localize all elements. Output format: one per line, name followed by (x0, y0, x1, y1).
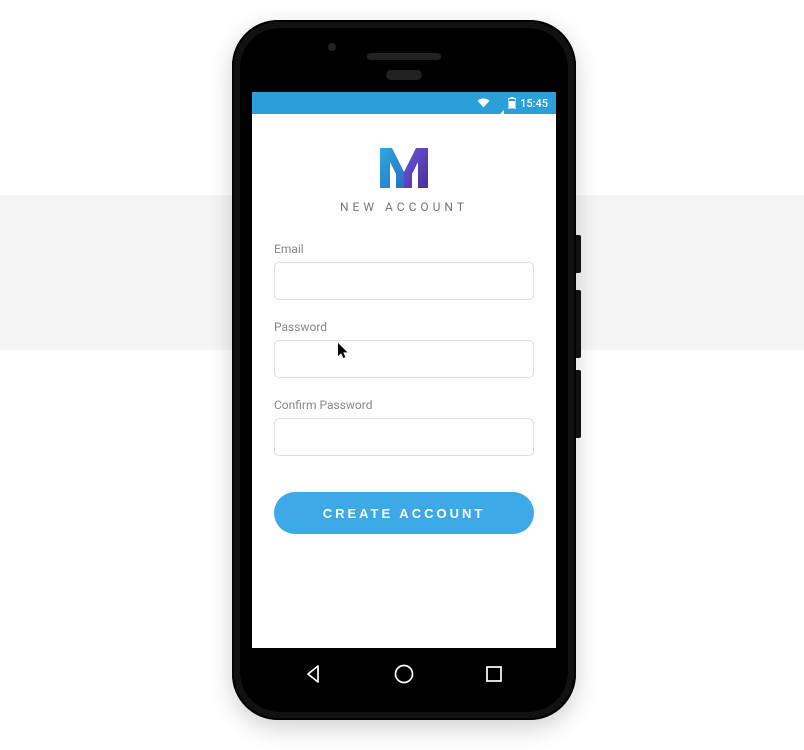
phone-frame: 15:45 (232, 20, 576, 720)
password-field-group: Password (274, 320, 534, 378)
nav-recent-icon[interactable] (484, 664, 504, 684)
email-input[interactable] (274, 262, 534, 300)
phone-speaker (367, 53, 441, 60)
create-account-button[interactable]: CREATE ACCOUNT (274, 492, 534, 534)
screen: 15:45 (252, 92, 556, 648)
phone-side-button (576, 235, 581, 273)
phone-camera (328, 43, 336, 51)
battery-icon (508, 97, 516, 109)
signup-form: Email Password Confirm Password CREATE A… (274, 242, 534, 534)
page-title: NEW ACCOUNT (274, 200, 534, 214)
email-label: Email (274, 242, 534, 256)
wifi-icon (477, 98, 490, 108)
content-area: NEW ACCOUNT Email Password Confirm Passw… (252, 114, 556, 648)
password-label: Password (274, 320, 534, 334)
phone-side-button (576, 290, 581, 358)
nav-back-icon[interactable] (304, 664, 324, 684)
logo (274, 144, 534, 188)
status-icons (477, 97, 516, 110)
phone-sensor (386, 70, 422, 80)
password-input[interactable] (274, 340, 534, 378)
confirm-password-input[interactable] (274, 418, 534, 456)
signal-icon (494, 97, 504, 110)
confirm-password-field-group: Confirm Password (274, 398, 534, 456)
status-time: 15:45 (520, 97, 548, 110)
status-bar: 15:45 (252, 92, 556, 114)
android-nav-bar (252, 648, 556, 700)
phone-side-button (576, 370, 581, 438)
m-logo-icon (379, 144, 429, 188)
nav-home-icon[interactable] (393, 663, 415, 685)
confirm-password-label: Confirm Password (274, 398, 534, 412)
email-field-group: Email (274, 242, 534, 300)
